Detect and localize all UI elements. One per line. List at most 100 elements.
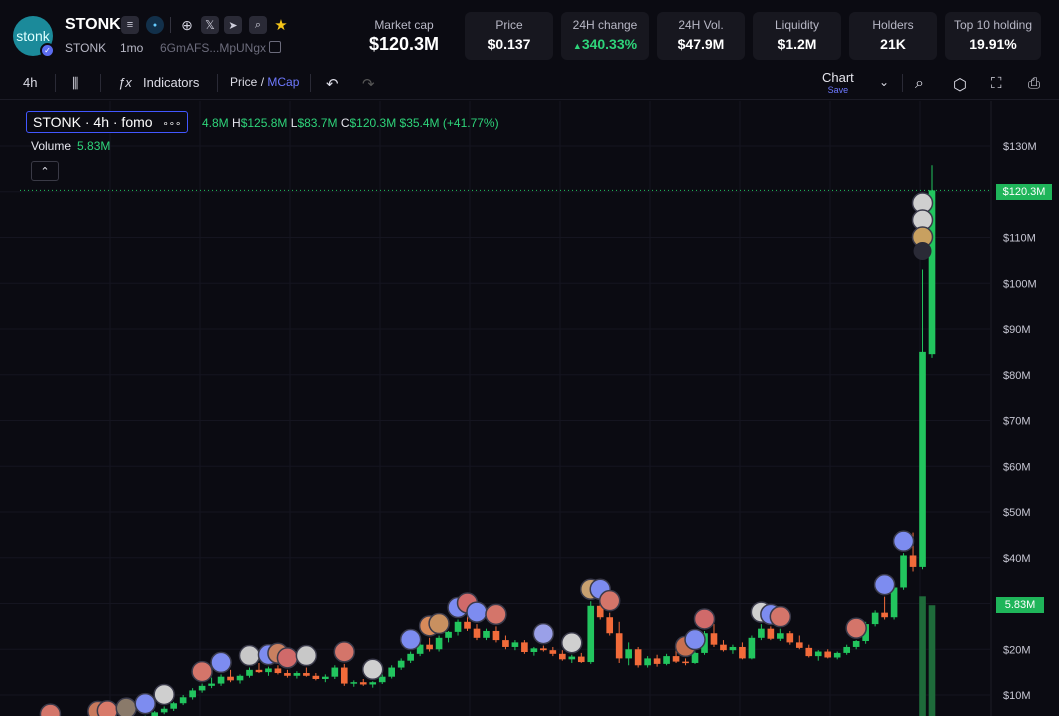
candle-body bbox=[350, 682, 358, 684]
price-option[interactable]: Price bbox=[230, 75, 257, 89]
price-stat: Price $0.137 bbox=[465, 12, 553, 60]
mcap-option[interactable]: MCap bbox=[267, 75, 299, 89]
trader-avatar-icon bbox=[333, 641, 356, 663]
volume-label: 24H Vol. bbox=[678, 18, 724, 32]
chevron-down-icon[interactable]: ⌄ bbox=[879, 75, 889, 89]
candle-body bbox=[340, 667, 348, 684]
holders-label: Holders bbox=[872, 18, 914, 32]
candle-body bbox=[530, 648, 538, 652]
legend-menu-icon[interactable]: ∘∘∘ bbox=[162, 119, 181, 130]
chart-toolbar: 4h ⫼ ƒx Indicators Price / MCap ↶ ↷ Char… bbox=[0, 66, 1059, 100]
trader-avatar-icon bbox=[892, 530, 915, 552]
price-mcap-toggle[interactable]: Price / MCap bbox=[230, 75, 299, 89]
change-label: 24H change bbox=[572, 18, 638, 32]
candle-body bbox=[634, 649, 642, 666]
price-tick-label: $50M bbox=[1003, 507, 1031, 519]
telegram-icon[interactable]: ➤ bbox=[224, 16, 242, 34]
indicators-button[interactable]: Indicators bbox=[143, 75, 199, 90]
candle-body bbox=[511, 642, 519, 647]
liquidity-stat: Liquidity $1.2M bbox=[753, 12, 841, 60]
fullscreen-icon[interactable]: ⛶ bbox=[991, 75, 1002, 92]
contract-address[interactable]: 6GmAFS...MpUNgx bbox=[160, 41, 266, 55]
candle-body bbox=[653, 658, 661, 664]
globe-icon[interactable]: ⊕ bbox=[178, 16, 196, 34]
candle-body bbox=[777, 633, 784, 639]
change-stat: 24H change ▲340.33% bbox=[561, 12, 649, 60]
candles bbox=[144, 165, 936, 716]
trader-avatar-icon bbox=[295, 644, 318, 667]
candle-body bbox=[909, 555, 917, 567]
chart-legend-title[interactable]: STONK · 4h · fomo ∘∘∘ bbox=[26, 111, 189, 133]
candle-body bbox=[843, 646, 851, 653]
save-label[interactable]: Save bbox=[822, 85, 854, 95]
candle-body bbox=[672, 656, 680, 662]
candle-body bbox=[426, 644, 433, 650]
price-tick-label: $80M bbox=[1003, 370, 1031, 382]
change-value: $35.4M (+41.77%) bbox=[399, 116, 499, 130]
candle-type-icon[interactable]: ⫼ bbox=[72, 75, 78, 92]
trader-avatar-icon bbox=[96, 700, 119, 716]
volume-bars bbox=[919, 596, 936, 716]
candle-body bbox=[464, 621, 471, 629]
candle-body bbox=[540, 648, 547, 651]
candle-body bbox=[729, 646, 737, 651]
star-icon[interactable]: ★ bbox=[272, 16, 290, 34]
volume-value: $47.9M bbox=[677, 36, 725, 52]
volume-legend-value: 5.83M bbox=[77, 139, 111, 153]
candle-body bbox=[758, 628, 765, 638]
volume-bar bbox=[919, 596, 926, 716]
symbol-label: STONK · 4h · fomo bbox=[33, 114, 153, 130]
chart-layout-button[interactable]: Chart Save bbox=[822, 70, 854, 95]
candle-body bbox=[739, 646, 746, 659]
candle-body bbox=[606, 617, 614, 634]
candle-body bbox=[795, 642, 803, 648]
divider bbox=[55, 74, 56, 92]
quick-search-icon[interactable]: ⌕ bbox=[915, 75, 924, 93]
candle-body bbox=[388, 667, 396, 677]
divider bbox=[310, 74, 311, 92]
search-icon[interactable]: ⌕ bbox=[249, 16, 267, 34]
holders-stat: Holders 21K bbox=[849, 12, 937, 60]
candle-body bbox=[577, 656, 585, 663]
candle-body bbox=[710, 633, 718, 645]
fx-icon[interactable]: ƒx bbox=[118, 75, 132, 90]
screenshot-icon[interactable]: ⎙ bbox=[1028, 75, 1040, 92]
candle-body bbox=[900, 555, 907, 588]
trader-avatar-icon bbox=[845, 617, 867, 639]
candle-body bbox=[720, 644, 727, 651]
holders-value: 21K bbox=[880, 36, 906, 52]
settings-icon[interactable]: ⬡ bbox=[953, 75, 967, 95]
price-tick-label: $20M bbox=[1003, 644, 1031, 656]
candle-body bbox=[549, 650, 557, 654]
candle-body bbox=[284, 673, 291, 676]
candle-body bbox=[748, 637, 756, 659]
token-name: STONK bbox=[65, 41, 107, 55]
trader-avatar-icon bbox=[399, 628, 422, 651]
x-icon[interactable]: 𝕏 bbox=[201, 16, 219, 34]
undo-icon[interactable]: ↶ bbox=[326, 75, 339, 93]
redo-icon[interactable]: ↷ bbox=[362, 75, 375, 93]
candle-body bbox=[407, 653, 414, 661]
market-cap-stat: Market cap $120.3M bbox=[356, 12, 452, 60]
menu-icon[interactable]: ≡ bbox=[121, 16, 139, 34]
price-tick-label: $100M bbox=[1003, 278, 1037, 290]
trader-avatar-icon bbox=[276, 647, 299, 669]
copy-icon[interactable] bbox=[269, 41, 281, 53]
candle-body bbox=[473, 628, 481, 638]
token-ticker: STONK bbox=[65, 16, 121, 33]
trader-avatar-icon bbox=[210, 651, 232, 674]
candle-body bbox=[502, 640, 509, 647]
candle-body bbox=[644, 658, 651, 666]
price-chart[interactable]: $130M$120M$110M$100M$90M$80M$70M$60M$50M… bbox=[0, 101, 1059, 716]
interval-button[interactable]: 4h bbox=[23, 75, 37, 90]
candle-body bbox=[189, 690, 196, 698]
candle-body bbox=[198, 685, 206, 691]
pump-icon[interactable]: ● bbox=[146, 16, 164, 34]
candle-body bbox=[805, 647, 813, 657]
candle-body bbox=[322, 676, 329, 679]
candle-body bbox=[682, 661, 689, 664]
token-header: stonk ✓ STONK ≡ ● ⊕ 𝕏 ➤ ⌕ ★ STONK 1mo 6G… bbox=[0, 0, 1059, 66]
collapse-legend-button[interactable]: ⌃ bbox=[31, 161, 59, 181]
trader-avatar-icon bbox=[684, 628, 706, 651]
price-tick-label: $10M bbox=[1003, 690, 1031, 702]
